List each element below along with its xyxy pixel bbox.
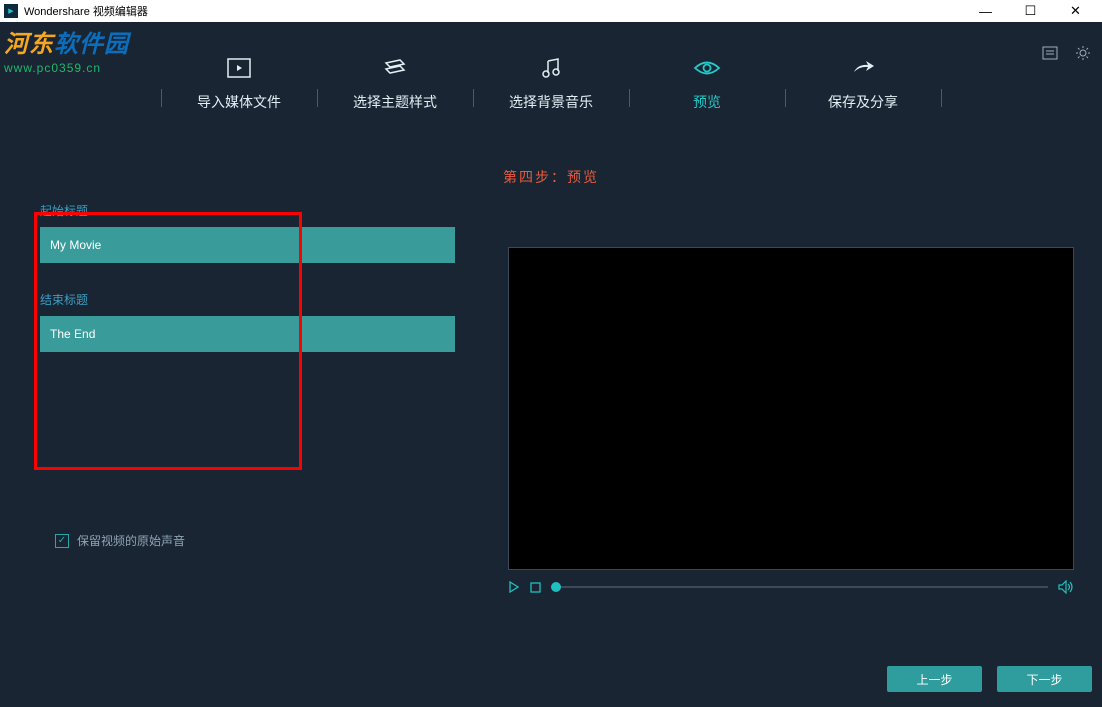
start-title-input[interactable] — [40, 227, 455, 263]
title-form: 起始标题 结束标题 — [40, 202, 455, 352]
tab-label: 保存及分享 — [786, 92, 941, 112]
tab-label: 预览 — [630, 92, 785, 112]
minimize-button[interactable]: — — [963, 0, 1008, 22]
start-title-label: 起始标题 — [40, 202, 455, 219]
volume-button[interactable] — [1058, 580, 1074, 594]
tab-label: 导入媒体文件 — [162, 92, 317, 112]
next-step-button[interactable]: 下一步 — [997, 666, 1092, 692]
keep-audio-checkbox[interactable]: ✓ 保留视频的原始声音 — [55, 532, 185, 549]
footer-nav: 上一步 下一步 — [887, 666, 1092, 692]
tab-label: 选择主题样式 — [318, 92, 473, 112]
tab-import[interactable]: 导入媒体文件 — [162, 54, 317, 112]
music-icon — [474, 54, 629, 82]
tab-preview[interactable]: 预览 — [630, 54, 785, 112]
end-title-input[interactable] — [40, 316, 455, 352]
prev-step-button[interactable]: 上一步 — [887, 666, 982, 692]
progress-slider[interactable] — [551, 586, 1048, 588]
end-title-label: 结束标题 — [40, 291, 455, 308]
checkbox-label: 保留视频的原始声音 — [77, 532, 185, 549]
theme-icon — [318, 54, 473, 82]
play-button[interactable] — [508, 581, 520, 593]
tab-label: 选择背景音乐 — [474, 92, 629, 112]
window-title: Wondershare 视频编辑器 — [24, 3, 148, 19]
maximize-button[interactable]: ☐ — [1008, 0, 1053, 22]
step-tabs: 导入媒体文件 选择主题样式 选择背景音乐 预览 — [0, 22, 1102, 112]
app-icon — [4, 4, 18, 18]
step-heading: 第四步：预览 — [0, 167, 1102, 187]
app-body: 河东软件园 www.pc0359.cn 导入媒体文件 选择主题样式 — [0, 22, 1102, 707]
checkbox-icon: ✓ — [55, 534, 69, 548]
player-controls — [508, 580, 1074, 594]
toolbar-right — [1041, 44, 1092, 62]
preview-panel — [508, 247, 1074, 594]
import-icon — [162, 54, 317, 82]
share-icon — [786, 54, 941, 82]
stop-button[interactable] — [530, 582, 541, 593]
video-preview[interactable] — [508, 247, 1074, 570]
tab-share[interactable]: 保存及分享 — [786, 54, 941, 112]
tab-theme[interactable]: 选择主题样式 — [318, 54, 473, 112]
tab-music[interactable]: 选择背景音乐 — [474, 54, 629, 112]
window-controls: — ☐ ✕ — [963, 0, 1098, 22]
titlebar: Wondershare 视频编辑器 — ☐ ✕ — [0, 0, 1102, 22]
theme-toggle-icon[interactable] — [1074, 44, 1092, 62]
eye-icon — [630, 54, 785, 82]
close-button[interactable]: ✕ — [1053, 0, 1098, 22]
slider-thumb[interactable] — [551, 582, 561, 592]
list-icon[interactable] — [1041, 44, 1059, 62]
